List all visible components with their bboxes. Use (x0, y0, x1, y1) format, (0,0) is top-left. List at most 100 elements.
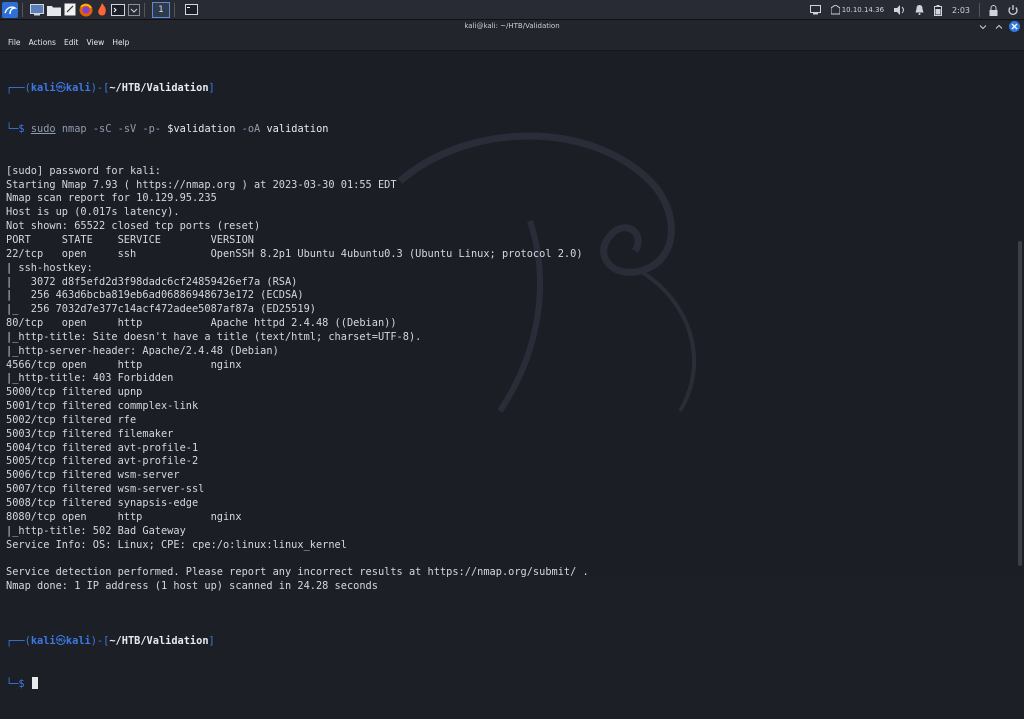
prompt-line-2: ┌──(kali㉿kali)-[~/HTB/Validation] (6, 635, 589, 649)
menu-actions[interactable]: Actions (29, 38, 56, 47)
nmap-output: [sudo] password for kali: Starting Nmap 7… (6, 165, 589, 608)
command-name: nmap (61, 123, 87, 136)
launcher-dropdown-icon[interactable] (128, 2, 140, 18)
output-line: 22/tcp open ssh OpenSSH 8.2p1 Ubuntu 4ub… (6, 247, 583, 260)
output-line: 5000/tcp filtered upnp (6, 386, 143, 399)
output-line: 5003/tcp filtered filemaker (6, 427, 174, 440)
output-line: 5006/tcp filtered wsm-server (6, 469, 180, 482)
window-title: kali@kali: ~/HTB/Validation (464, 22, 560, 30)
prompt-at: ㉿ (55, 81, 66, 94)
output-line: Not shown: 65522 closed tcp ports (reset… (6, 220, 261, 233)
close-button[interactable] (1009, 21, 1020, 32)
battery-icon[interactable] (934, 4, 943, 16)
output-line: | ssh-hostkey: (6, 261, 93, 274)
taskbar-terminal-window[interactable] (182, 2, 200, 18)
panel-separator (979, 3, 980, 17)
chevron-up-icon (995, 24, 1002, 29)
terminal-launcher-icon[interactable] (111, 2, 125, 18)
panel-separator (174, 2, 175, 17)
output-line: | 3072 d8f5efd2d3f98dadc6cf24859426ef7a … (6, 275, 298, 288)
terminal-window: kali@kali: ~/HTB/Validation File Actions… (0, 20, 1024, 690)
prompt-corner: ┌──( (6, 81, 31, 94)
burp-suite-icon[interactable] (96, 2, 108, 18)
input-line[interactable]: └─$ (6, 676, 589, 691)
output-line: |_http-title: Site doesn't have a title … (6, 330, 422, 343)
panel-separator (22, 2, 23, 17)
command-line: └─$ sudo nmap -sC -sV -p- $validation -o… (6, 123, 589, 137)
output-line: 5005/tcp filtered avt-profile-2 (6, 455, 199, 468)
menu-help[interactable]: Help (112, 38, 129, 47)
output-line: 8080/tcp open http nginx (6, 510, 242, 523)
output-line: 80/tcp open http Apache httpd 2.4.48 ((D… (6, 317, 397, 330)
prompt-path: ~/HTB/Validation (109, 635, 209, 648)
output-line: | 256 463d6bcba819eb6ad06886948673e172 (… (6, 289, 304, 302)
window-titlebar[interactable]: kali@kali: ~/HTB/Validation (0, 20, 1024, 34)
notifications-icon[interactable] (915, 5, 924, 15)
lock-screen-icon[interactable] (989, 4, 998, 16)
ip-address-indicator[interactable]: 10.10.14.36 (830, 5, 885, 15)
workspace-1-button[interactable]: 1 (152, 1, 170, 18)
output-line: |_http-title: 502 Bad Gateway (6, 524, 186, 537)
scrollbar-thumb[interactable] (1018, 241, 1022, 566)
prompt-end: ] (208, 635, 215, 648)
ip-address-text: 10.10.14.36 (841, 6, 885, 14)
output-line: |_ 256 7032d7e377c14acf472adee5087af87a … (6, 303, 316, 316)
close-icon (1011, 23, 1018, 30)
terminal-text: ┌──(kali㉿kali)-[~/HTB/Validation] └─$ su… (6, 54, 589, 719)
vpn-icon[interactable] (809, 5, 821, 15)
prompt-mid: )-[ (90, 81, 110, 94)
output-line: Service Info: OS: Linux; CPE: cpe:/o:lin… (6, 538, 347, 551)
output-line: 5002/tcp filtered rfe (6, 413, 137, 426)
output-line: [sudo] password for kali: (6, 164, 161, 177)
scrollbar[interactable] (1016, 51, 1024, 576)
command-args: -sC -sV -p- (92, 123, 162, 136)
prompt-line-1: ┌──(kali㉿kali)-[~/HTB/Validation] (6, 82, 589, 96)
file-manager-icon[interactable] (47, 2, 61, 18)
output-line: Host is up (0.017s latency). (6, 206, 180, 219)
output-line: |_http-server-header: Apache/2.4.48 (Deb… (6, 344, 279, 357)
menu-bar: File Actions Edit View Help (0, 34, 1024, 51)
network-icon (830, 5, 840, 15)
output-line: Nmap done: 1 IP address (1 host up) scan… (6, 580, 378, 593)
maximize-button[interactable] (993, 21, 1004, 32)
output-line: Nmap scan report for 10.129.95.235 (6, 192, 217, 205)
clock[interactable]: 2:03 (952, 6, 970, 15)
prompt-corner: ┌──( (6, 635, 31, 648)
prompt-mid: )-[ (90, 635, 110, 648)
prompt-path: ~/HTB/Validation (109, 81, 209, 94)
window-controls (972, 21, 1020, 32)
output-line: Service detection performed. Please repo… (6, 566, 589, 579)
minimize-button[interactable] (977, 21, 988, 32)
output-line: |_http-title: 403 Forbidden (6, 372, 174, 385)
prompt-arrow: └─$ (6, 123, 31, 136)
output-line: 4566/tcp open http nginx (6, 358, 242, 371)
menu-file[interactable]: File (8, 38, 21, 47)
kali-menu-icon[interactable] (2, 1, 18, 18)
volume-icon[interactable] (894, 5, 905, 15)
prompt-arrow: └─$ (6, 677, 31, 690)
prompt-end: ] (208, 81, 215, 94)
show-desktop-icon[interactable] (30, 2, 44, 18)
output-line: Starting Nmap 7.93 ( https://nmap.org ) … (6, 178, 397, 191)
prompt-at: ㉿ (55, 635, 66, 648)
chevron-down-icon (979, 24, 986, 29)
text-editor-icon[interactable] (64, 2, 76, 18)
command-sudo: sudo (30, 123, 56, 136)
power-icon[interactable] (1008, 4, 1018, 16)
command-variable: $validation (167, 123, 236, 136)
output-line: 5004/tcp filtered avt-profile-1 (6, 441, 199, 454)
panel-separator (144, 2, 145, 17)
firefox-icon[interactable] (79, 2, 93, 18)
prompt-user: kali (30, 635, 56, 648)
menu-edit[interactable]: Edit (64, 38, 79, 47)
command-output-name: validation (266, 123, 329, 136)
prompt-host: kali (65, 635, 91, 648)
menu-view[interactable]: View (87, 38, 105, 47)
top-panel: 1 10.10.14.36 2:03 (0, 0, 1024, 20)
prompt-user: kali (30, 81, 56, 94)
system-tray: 10.10.14.36 2:03 (805, 0, 1024, 20)
command-oa-flag: -oA (241, 123, 261, 136)
output-line: PORT STATE SERVICE VERSION (6, 233, 254, 246)
